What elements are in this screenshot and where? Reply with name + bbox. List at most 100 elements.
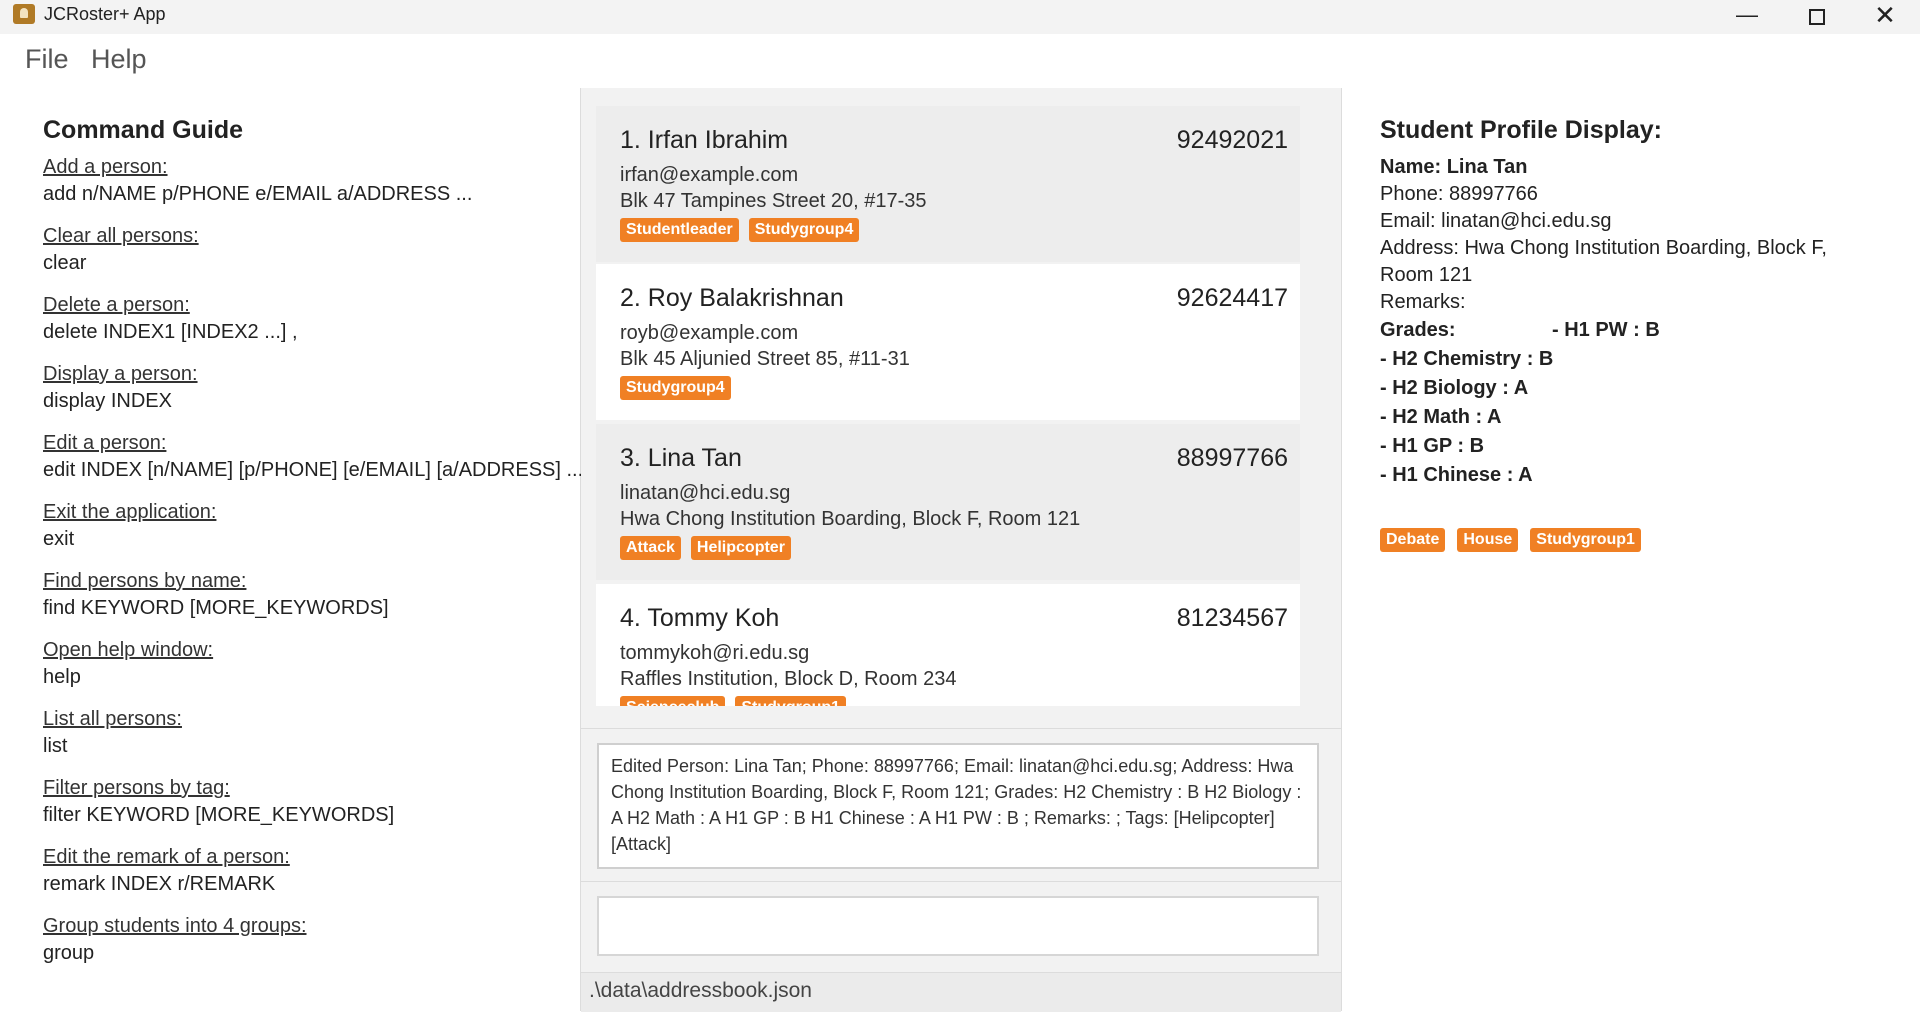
command-item: Filter persons by tag: filter KEYWORD [M… <box>43 775 563 844</box>
command-syntax: edit INDEX [n/NAME] [p/PHONE] [e/EMAIL] … <box>43 459 584 481</box>
grade-item: - H2 Chemistry : B <box>1380 348 1554 370</box>
profile-remarks: Remarks: <box>1380 291 1466 313</box>
status-bar: .\data\addressbook.json <box>581 972 1341 1012</box>
menu-bar: File Help <box>0 34 1920 89</box>
command-syntax: remark INDEX r/REMARK <box>43 873 276 895</box>
profile-phone: Phone: 88997766 <box>1380 183 1538 205</box>
person-list[interactable]: 1. Irfan Ibrahim 92492021 irfan@example.… <box>596 106 1316 706</box>
command-guide-panel: Command Guide Add a person: add n/NAME p… <box>0 88 584 1011</box>
command-syntax: help <box>43 666 81 688</box>
tag-badge: Debate <box>1380 528 1446 552</box>
person-card[interactable]: 3. Lina Tan 88997766 linatan@hci.edu.sg … <box>596 424 1300 580</box>
title-bar: JCRoster+ App — ✕ <box>0 0 1920 34</box>
result-display-area: Edited Person: Lina Tan; Phone: 88997766… <box>581 728 1341 882</box>
command-syntax: clear <box>43 252 87 274</box>
close-button[interactable]: ✕ <box>1850 0 1920 34</box>
command-syntax: exit <box>43 528 75 550</box>
menu-file[interactable]: File <box>25 44 69 75</box>
command-label: Find persons by name: <box>43 570 247 592</box>
command-box <box>581 882 1341 972</box>
command-syntax: add n/NAME p/PHONE e/EMAIL a/ADDRESS ... <box>43 183 473 205</box>
command-label: Group students into 4 groups: <box>43 915 307 937</box>
person-address: Hwa Chong Institution Boarding, Block F,… <box>620 508 1081 530</box>
command-syntax: display INDEX <box>43 390 172 412</box>
command-item: Open help window: help <box>43 637 563 706</box>
tag-badge: Scienceclub <box>620 696 726 706</box>
grade-item: - H1 GP : B <box>1380 435 1485 457</box>
command-item: List all persons: list <box>43 706 563 775</box>
person-name: 4. Tommy Koh <box>620 604 780 632</box>
command-label: Edit the remark of a person: <box>43 846 290 868</box>
command-label: Clear all persons: <box>43 225 199 247</box>
command-guide-list: Add a person: add n/NAME p/PHONE e/EMAIL… <box>43 154 584 982</box>
profile-address: Address: Hwa Chong Institution Boarding,… <box>1380 237 1827 286</box>
person-email: tommykoh@ri.edu.sg <box>620 642 810 664</box>
command-item: Display a person: display INDEX <box>43 361 563 430</box>
command-guide-title: Command Guide <box>43 116 244 144</box>
person-card[interactable]: 4. Tommy Koh 81234567 tommykoh@ri.edu.sg… <box>596 584 1300 706</box>
command-label: Delete a person: <box>43 294 190 316</box>
person-email: irfan@example.com <box>620 164 799 186</box>
person-name: 2. Roy Balakrishnan <box>620 284 844 312</box>
person-address: Blk 45 Aljunied Street 85, #11-31 <box>620 348 910 370</box>
window-title: JCRoster+ App <box>44 4 166 24</box>
grade-item: - H1 Chinese : A <box>1380 464 1533 486</box>
grade-item: - H1 PW : B <box>1552 319 1660 341</box>
tag-badge: House <box>1457 528 1519 552</box>
command-syntax: filter KEYWORD [MORE_KEYWORDS] <box>43 804 395 826</box>
person-address: Blk 47 Tampines Street 20, #17-35 <box>620 190 927 212</box>
command-syntax: group <box>43 942 95 964</box>
command-item: Clear all persons: clear <box>43 223 563 292</box>
person-tags: Studygroup4 <box>620 376 741 402</box>
tag-badge: Attack <box>620 536 681 560</box>
main-panel: 1. Irfan Ibrahim 92492021 irfan@example.… <box>581 88 1342 1012</box>
command-item: Find persons by name: find KEYWORD [MORE… <box>43 568 563 637</box>
command-label: Edit a person: <box>43 432 167 454</box>
result-display: Edited Person: Lina Tan; Phone: 88997766… <box>597 743 1319 869</box>
menu-help[interactable]: Help <box>91 44 147 75</box>
command-item: Edit a person: edit INDEX [n/NAME] [p/PH… <box>43 430 584 499</box>
command-syntax: find KEYWORD [MORE_KEYWORDS] <box>43 597 389 619</box>
person-phone: 81234567 <box>1176 604 1288 632</box>
grade-item: - H2 Math : A <box>1380 406 1502 428</box>
profile-panel: Student Profile Display: Name: Lina Tan … <box>1342 88 1920 1011</box>
tag-badge: Studygroup1 <box>735 696 847 706</box>
person-email: royb@example.com <box>620 322 799 344</box>
person-email: linatan@hci.edu.sg <box>620 482 791 504</box>
command-item: Add a person: add n/NAME p/PHONE e/EMAIL… <box>43 154 563 223</box>
command-item: Delete a person: delete INDEX1 [INDEX2 .… <box>43 292 563 361</box>
command-syntax: list <box>43 735 68 757</box>
person-card[interactable]: 2. Roy Balakrishnan 92624417 royb@exampl… <box>596 264 1300 420</box>
profile-grades-header: Grades: - H1 PW : B <box>1380 316 1880 345</box>
maximize-button[interactable] <box>1782 0 1852 34</box>
command-item: Group students into 4 groups: group <box>43 913 563 982</box>
command-item: Exit the application: exit <box>43 499 563 568</box>
person-name: 3. Lina Tan <box>620 444 742 472</box>
person-address: Raffles Institution, Block D, Room 234 <box>620 668 957 690</box>
command-label: Exit the application: <box>43 501 217 523</box>
command-syntax: delete INDEX1 [INDEX2 ...] , <box>43 321 298 343</box>
profile-tags: Debate House Studygroup1 <box>1380 528 1653 552</box>
maximize-icon <box>1809 9 1825 25</box>
person-phone: 92492021 <box>1176 126 1288 154</box>
person-phone: 88997766 <box>1176 444 1288 472</box>
tag-badge: Helipcopter <box>690 536 791 560</box>
grades-label: Grades: <box>1380 319 1456 341</box>
command-label: Open help window: <box>43 639 214 661</box>
tag-badge: Studygroup4 <box>620 376 731 400</box>
person-name: 1. Irfan Ibrahim <box>620 126 789 154</box>
person-tags: Attack Helipcopter <box>620 536 801 562</box>
profile-email: Email: linatan@hci.edu.sg <box>1380 210 1612 232</box>
grade-item: - H2 Biology : A <box>1380 377 1529 399</box>
tag-badge: Studygroup1 <box>1530 528 1641 552</box>
minimize-button[interactable]: — <box>1712 0 1782 34</box>
command-label: Add a person: <box>43 156 168 178</box>
person-tags: Scienceclub Studygroup1 <box>620 696 856 706</box>
person-tags: Studentleader Studygroup4 <box>620 218 869 244</box>
command-input[interactable] <box>597 896 1319 956</box>
person-card[interactable]: 1. Irfan Ibrahim 92492021 irfan@example.… <box>596 106 1300 262</box>
profile-details: Name: Lina Tan Phone: 88997766 Email: li… <box>1380 154 1880 490</box>
tag-badge: Studentleader <box>620 218 739 242</box>
tag-badge: Studygroup4 <box>748 218 860 242</box>
save-location: .\data\addressbook.json <box>589 979 812 1002</box>
